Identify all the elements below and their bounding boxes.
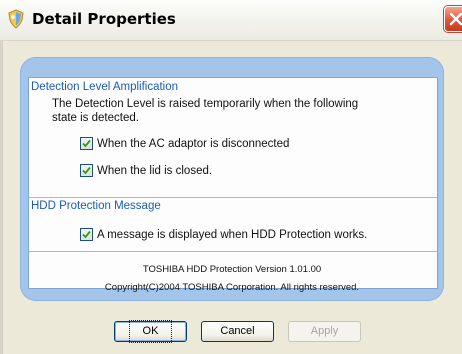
- section-divider: [29, 197, 437, 198]
- checkmark-icon: [82, 166, 91, 175]
- properties-panel: Detection Level Amplification The Detect…: [20, 57, 444, 301]
- hdd-message-checkbox[interactable]: [80, 228, 93, 241]
- hdd-section-title: HDD Protection Message: [31, 200, 161, 212]
- ac-adaptor-checkbox[interactable]: [80, 137, 93, 150]
- lid-closed-checkbox[interactable]: [80, 164, 93, 177]
- lid-closed-label: When the lid is closed.: [97, 164, 213, 177]
- apply-button-label: Apply: [310, 325, 339, 337]
- copyright-text: Copyright(C)2004 TOSHIBA Corporation. Al…: [104, 282, 360, 293]
- detection-description-line1: The Detection Level is raised temporaril…: [52, 98, 359, 110]
- hdd-message-label: A message is displayed when HDD Protecti…: [97, 228, 368, 241]
- window-title: Detail Properties: [32, 10, 176, 28]
- version-text: TOSHIBA HDD Protection Version 1.01.00: [142, 264, 322, 275]
- cancel-button-label: Cancel: [220, 325, 255, 337]
- title-bar[interactable]: Detail Properties: [0, 0, 462, 41]
- checkmark-icon: [82, 139, 91, 148]
- close-button[interactable]: [444, 6, 462, 32]
- detection-description-line2: state is detected.: [52, 112, 139, 124]
- section-divider: [29, 251, 437, 252]
- checkmark-icon: [82, 230, 91, 239]
- cancel-button[interactable]: Cancel: [201, 321, 274, 342]
- ac-adaptor-label: When the AC adaptor is disconnected: [97, 137, 290, 150]
- hdd-message-option[interactable]: A message is displayed when HDD Protecti…: [80, 228, 367, 241]
- detection-section-title: Detection Level Amplification: [31, 81, 179, 93]
- apply-button[interactable]: Apply: [288, 321, 361, 342]
- ok-button-label: OK: [128, 320, 173, 343]
- ac-adaptor-option[interactable]: When the AC adaptor is disconnected: [80, 137, 289, 150]
- shield-icon: [6, 9, 26, 29]
- window-frame: [0, 40, 3, 354]
- settings-panel: Detection Level Amplification The Detect…: [28, 77, 438, 289]
- ok-button[interactable]: OK: [114, 320, 187, 343]
- close-icon: [449, 12, 462, 26]
- lid-closed-option[interactable]: When the lid is closed.: [80, 164, 212, 177]
